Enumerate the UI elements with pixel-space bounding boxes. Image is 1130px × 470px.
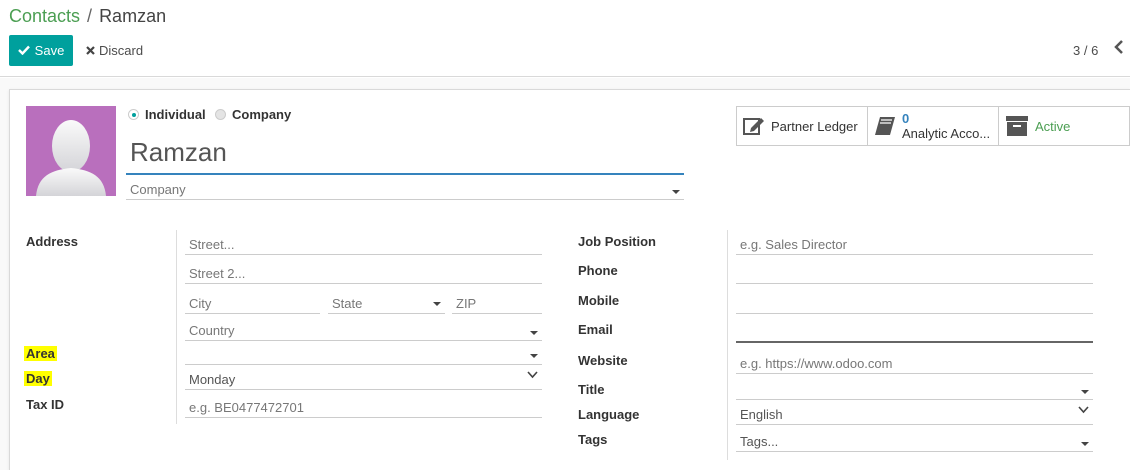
website-input[interactable]: e.g. https://www.odoo.com	[736, 350, 1093, 374]
caret-down-icon	[672, 190, 680, 194]
day-value: Monday	[189, 372, 236, 387]
analytic-accounts-stat: 0 Analytic Acco...	[902, 110, 991, 141]
partner-ledger-button[interactable]: Partner Ledger	[736, 106, 868, 146]
radio-individual-label: Individual	[145, 107, 206, 122]
tax-id-label: Tax ID	[26, 397, 65, 412]
caret-down-icon	[1081, 442, 1089, 446]
caret-down-icon	[530, 331, 538, 335]
street2-placeholder: Street 2...	[189, 266, 246, 281]
tags-placeholder: Tags...	[740, 434, 779, 449]
pager-value[interactable]: 3 / 6	[1073, 43, 1098, 58]
radio-on-icon	[128, 109, 139, 120]
day-label: Day	[24, 371, 52, 386]
analytic-accounts-count: 0	[902, 110, 910, 126]
analytic-accounts-button[interactable]: 0 Analytic Acco...	[867, 106, 999, 146]
zip-placeholder: ZIP	[456, 296, 477, 311]
check-icon	[17, 43, 30, 58]
avatar[interactable]	[26, 106, 116, 196]
tax-id-input[interactable]: e.g. BE0477472701	[185, 394, 542, 418]
tags-label: Tags	[578, 432, 608, 447]
title-label: Title	[578, 382, 605, 397]
breadcrumb-current: Ramzan	[99, 6, 167, 26]
job-position-placeholder: e.g. Sales Director	[740, 237, 847, 252]
language-value: English	[740, 407, 783, 422]
caret-down-icon	[433, 302, 441, 306]
name-input[interactable]	[126, 132, 684, 175]
company-select[interactable]: Company	[126, 178, 684, 200]
save-button-label: Save	[34, 43, 65, 58]
email-input[interactable]	[736, 319, 1093, 343]
title-select[interactable]	[736, 376, 1093, 400]
radio-individual[interactable]: Individual	[128, 107, 206, 122]
mobile-input[interactable]	[736, 290, 1093, 314]
archive-icon	[1005, 115, 1029, 137]
active-toggle-button[interactable]: Active	[998, 106, 1130, 146]
radio-company[interactable]: Company	[215, 107, 291, 122]
breadcrumb-separator: /	[87, 6, 93, 26]
language-label: Language	[578, 407, 640, 422]
book-icon	[874, 116, 896, 136]
control-panel: Contacts / Ramzan Save Discard 3 / 6	[0, 0, 1130, 77]
analytic-accounts-label: Analytic Acco...	[902, 125, 991, 141]
edit-icon	[743, 116, 765, 136]
chevron-down-icon	[527, 371, 538, 382]
company-placeholder: Company	[130, 182, 186, 197]
street-input[interactable]: Street...	[185, 231, 542, 255]
radio-company-label: Company	[232, 107, 292, 122]
state-select[interactable]: State	[328, 290, 445, 314]
radio-off-icon	[215, 109, 226, 120]
job-position-label: Job Position	[578, 234, 656, 249]
language-select[interactable]: English	[736, 401, 1093, 425]
area-select[interactable]	[185, 341, 542, 365]
city-placeholder: City	[189, 296, 212, 311]
country-select[interactable]: Country	[185, 317, 542, 341]
partner-ledger-label: Partner Ledger	[771, 118, 858, 134]
save-button[interactable]: Save	[9, 35, 73, 66]
website-placeholder: e.g. https://www.odoo.com	[740, 356, 893, 371]
job-position-input[interactable]: e.g. Sales Director	[736, 231, 1093, 255]
close-icon	[86, 43, 95, 58]
street2-input[interactable]: Street 2...	[185, 260, 542, 284]
state-placeholder: State	[332, 296, 363, 311]
street-placeholder: Street...	[189, 237, 235, 252]
column-divider-left	[176, 230, 177, 424]
discard-button-label: Discard	[99, 43, 144, 58]
country-placeholder: Country	[189, 323, 235, 338]
column-divider-right	[727, 230, 728, 460]
email-label: Email	[578, 322, 613, 337]
day-select[interactable]: Monday	[185, 366, 542, 390]
caret-down-icon	[530, 354, 538, 358]
avatar-placeholder-icon	[36, 120, 106, 196]
breadcrumb: Contacts / Ramzan	[9, 6, 166, 27]
chevron-left-icon[interactable]	[1114, 40, 1124, 59]
area-label: Area	[24, 346, 57, 361]
discard-button[interactable]: Discard	[80, 35, 149, 66]
website-label: Website	[578, 353, 628, 368]
breadcrumb-contacts-link[interactable]: Contacts	[9, 6, 80, 26]
address-label: Address	[26, 234, 79, 249]
chevron-down-icon	[1078, 406, 1089, 417]
mobile-label: Mobile	[578, 293, 620, 308]
city-input[interactable]: City	[185, 290, 320, 314]
tags-input[interactable]: Tags...	[736, 428, 1093, 452]
caret-down-icon	[1081, 390, 1089, 394]
phone-label: Phone	[578, 263, 618, 278]
phone-input[interactable]	[736, 260, 1093, 284]
zip-input[interactable]: ZIP	[452, 290, 542, 314]
tax-id-placeholder: e.g. BE0477472701	[189, 400, 304, 415]
active-label: Active	[1035, 118, 1071, 134]
